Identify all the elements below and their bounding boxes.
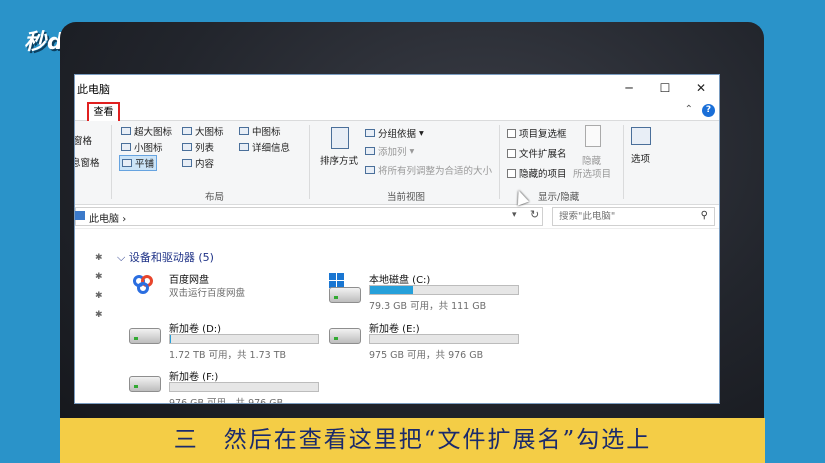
address-bar[interactable] — [75, 207, 543, 226]
group-label-current-view: 当前视图 — [387, 192, 426, 203]
preview-pane-button[interactable]: 窗格 — [75, 133, 92, 147]
section-header-devices[interactable]: ⌵ 设备和驱动器 (5) — [117, 249, 214, 265]
ribbon-panel: 窗格 息窗格 超大图标 大图标 中图标 小图标 列表 详细信息 平铺 内容 布局… — [75, 121, 719, 205]
ribbon-separator — [623, 125, 624, 199]
group-by-icon — [365, 129, 375, 137]
search-input[interactable] — [559, 211, 679, 222]
refresh-icon[interactable]: ↻ — [530, 208, 539, 221]
layout-content[interactable]: 内容 — [182, 156, 214, 170]
ribbon-separator — [499, 125, 500, 199]
list-icon — [182, 143, 192, 151]
pin-icon: ✱ — [95, 291, 103, 301]
tiles-icon — [122, 159, 132, 167]
layout-list[interactable]: 列表 — [182, 140, 214, 154]
group-label-show-hide: 显示/隐藏 — [538, 192, 580, 203]
maximize-button[interactable]: ☐ — [647, 75, 683, 101]
hide-selected-button[interactable]: 隐藏 — [582, 153, 601, 167]
hidden-items-toggle[interactable]: 隐藏的项目 — [507, 166, 567, 180]
drive-f[interactable]: 新加卷 (F:) 976 GB 可用，共 976 GB — [129, 368, 329, 404]
extra-large-icons-icon — [121, 127, 131, 135]
drive-usage-bar — [169, 334, 319, 344]
add-column-button[interactable]: 添加列 ▾ — [365, 144, 414, 158]
search-box[interactable]: ⚲ — [552, 207, 715, 226]
drive-usage-bar — [369, 285, 519, 295]
window-title: 此电脑 — [77, 83, 110, 96]
file-extensions-checkbox — [507, 148, 516, 158]
drive-e[interactable]: 新加卷 (E:) 975 GB 可用，共 976 GB — [329, 320, 529, 361]
drive-info: 79.3 GB 可用，共 111 GB — [369, 301, 487, 312]
drive-d[interactable]: 新加卷 (D:) 1.72 TB 可用，共 1.73 TB — [129, 320, 329, 361]
group-by-button[interactable]: 分组依据 ▾ — [365, 126, 424, 140]
address-row: 此电脑 › ▾ ↻ ⚲ — [75, 205, 719, 229]
baidu-netdisk-icon — [133, 275, 157, 297]
ribbon-separator — [111, 125, 112, 199]
close-button[interactable]: ✕ — [683, 75, 719, 101]
layout-details[interactable]: 详细信息 — [239, 140, 290, 154]
drive-name: 百度网盘 — [169, 275, 209, 286]
item-checkboxes-checkbox — [507, 128, 516, 138]
content-icon — [182, 159, 192, 167]
medium-icons-icon — [239, 127, 249, 135]
drive-baidu[interactable]: 百度网盘 双击运行百度网盘 — [129, 271, 329, 311]
hard-drive-icon — [329, 328, 361, 344]
pin-icon: ✱ — [95, 272, 103, 282]
file-view: ✱ ✱ ✱ ✱ ⌵ 设备和驱动器 (5) 百度网盘 双击运行百度网盘 本地磁盘 (C:… — [75, 229, 719, 403]
address-dropdown-icon[interactable]: ▾ — [512, 210, 517, 220]
file-extensions-toggle[interactable]: 文件扩展名 — [507, 146, 567, 160]
pin-icon: ✱ — [95, 253, 103, 263]
hide-selected-icon — [585, 125, 601, 147]
options-button[interactable]: 选项 — [631, 151, 650, 165]
hard-drive-icon — [129, 376, 161, 392]
options-icon — [631, 127, 651, 145]
hidden-items-checkbox — [507, 168, 516, 178]
search-icon: ⚲ — [700, 210, 708, 221]
drive-c[interactable]: 本地磁盘 (C:) 79.3 GB 可用，共 111 GB — [329, 271, 529, 312]
size-columns-icon — [365, 166, 375, 174]
quick-access-pins: ✱ ✱ ✱ ✱ — [95, 249, 103, 325]
explorer-window: 此电脑 ─ ☐ ✕ 查看 ⌃ ? 窗格 息窗格 超大图标 大图标 中图标 小图标… — [74, 74, 720, 404]
ribbon-tabs: 查看 ⌃ ? — [75, 101, 719, 123]
ribbon-collapse-icon[interactable]: ⌃ — [685, 104, 693, 115]
layout-medium-icons[interactable]: 中图标 — [239, 124, 281, 138]
drive-name: 新加卷 (D:) — [169, 324, 222, 335]
title-bar: 此电脑 ─ ☐ ✕ — [75, 75, 719, 101]
hard-drive-icon — [329, 287, 361, 303]
drive-info: 1.72 TB 可用，共 1.73 TB — [169, 350, 287, 361]
drive-usage-bar — [369, 334, 519, 344]
help-icon[interactable]: ? — [702, 104, 715, 117]
ribbon-separator — [309, 125, 310, 199]
size-columns-button[interactable]: 将所有列调整为合适的大小 — [365, 163, 492, 177]
breadcrumb[interactable]: 此电脑 › — [89, 210, 126, 225]
hard-drive-icon — [129, 328, 161, 344]
background-frame: 秒dong视频 此电脑 ─ ☐ ✕ 查看 ⌃ ? 窗格 息窗格 超大图标 大图标… — [0, 0, 825, 463]
layout-small-icons[interactable]: 小图标 — [121, 140, 163, 154]
sort-by-button[interactable]: 排序方式 — [320, 153, 358, 167]
layout-tiles[interactable]: 平铺 — [119, 155, 158, 171]
drive-info: 976 GB 可用，共 976 GB — [169, 398, 284, 404]
minimize-button[interactable]: ─ — [611, 75, 647, 101]
computer-icon — [75, 211, 85, 220]
pin-icon: ✱ — [95, 310, 103, 320]
large-icons-icon — [182, 127, 192, 135]
drive-name: 新加卷 (E:) — [369, 324, 420, 335]
tab-view[interactable]: 查看 — [87, 102, 120, 123]
drive-usage-bar — [169, 382, 319, 392]
details-pane-button[interactable]: 息窗格 — [75, 155, 100, 169]
drive-name: 本地磁盘 (C:) — [369, 275, 431, 286]
drive-name: 新加卷 (F:) — [169, 372, 219, 383]
details-icon — [239, 143, 249, 151]
group-label-layout: 布局 — [205, 192, 225, 203]
video-subtitle: 三 然后在查看这里把“文件扩展名”勾选上 — [60, 418, 765, 463]
add-column-icon — [365, 147, 375, 155]
drive-info: 双击运行百度网盘 — [169, 288, 246, 299]
sort-by-icon — [331, 127, 349, 149]
selected-items-label: 所选项目 — [573, 169, 612, 180]
layout-extra-large-icons[interactable]: 超大图标 — [121, 124, 172, 138]
item-checkboxes-toggle[interactable]: 项目复选框 — [507, 126, 567, 140]
drive-info: 975 GB 可用，共 976 GB — [369, 350, 484, 361]
small-icons-icon — [121, 143, 131, 151]
layout-large-icons[interactable]: 大图标 — [182, 124, 224, 138]
